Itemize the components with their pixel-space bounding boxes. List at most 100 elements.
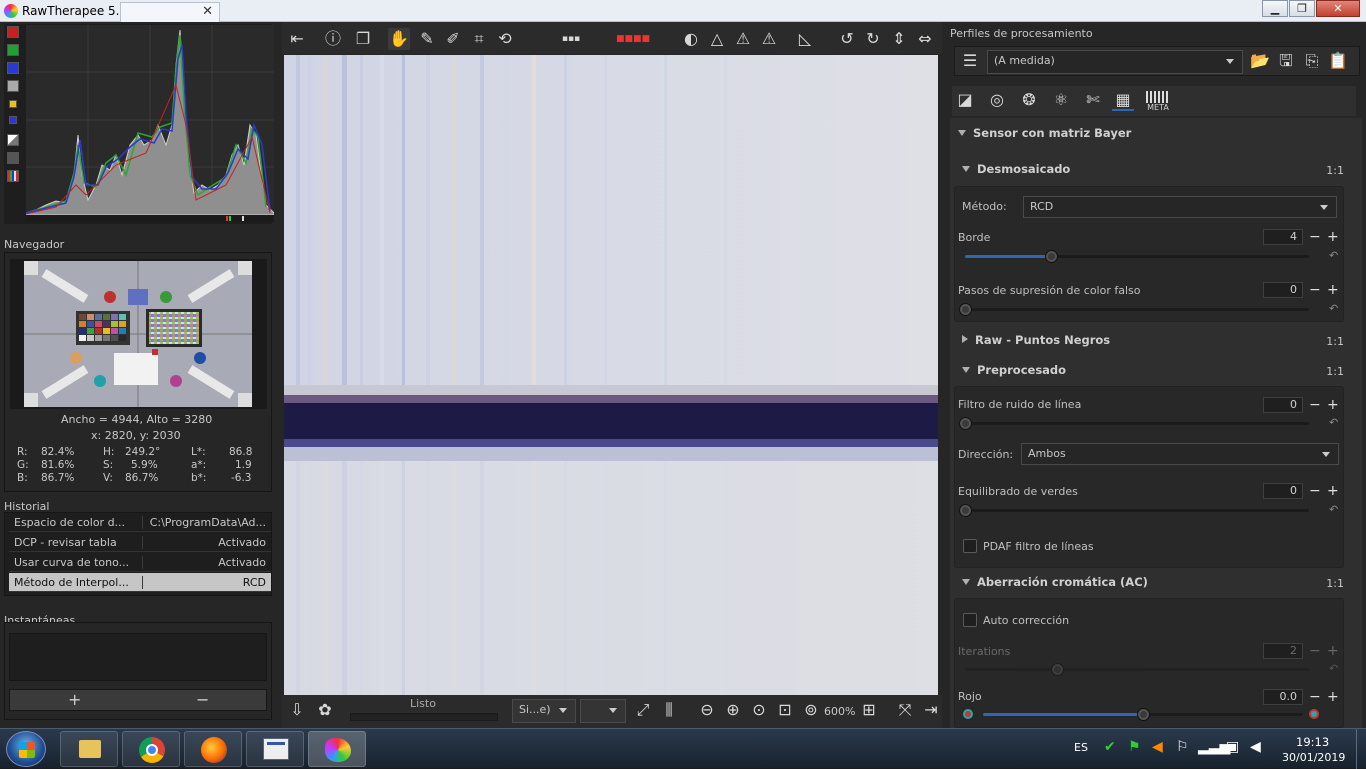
fcs-value[interactable]: 0 [1263, 282, 1303, 298]
focus-icon[interactable]: ⤢ [632, 699, 654, 721]
pdaf-checkbox[interactable] [963, 539, 977, 553]
green-eq-value[interactable]: 0 [1263, 483, 1303, 499]
channel-toggle-icons[interactable]: ■■■■ [616, 28, 650, 50]
white-balance-picker-icon[interactable]: ✎ [416, 28, 438, 50]
firefox-taskbar-button[interactable] [184, 731, 242, 767]
ca-header[interactable]: Aberración cromática (AC) [962, 575, 1148, 589]
sync-icon[interactable]: ✔ [1104, 739, 1116, 755]
preprocess-header[interactable]: Preprocesado [962, 363, 1066, 377]
line-noise-value[interactable]: 0 [1263, 397, 1303, 413]
slider-knob[interactable] [1137, 708, 1150, 721]
demosaic-header[interactable]: Desmosaicado [962, 162, 1070, 176]
raw-toggle[interactable] [9, 116, 17, 124]
green-channel-toggle[interactable] [7, 44, 19, 56]
security-icon[interactable]: ⚑ [1128, 739, 1141, 755]
demosaic-method-select[interactable]: RCD [1023, 196, 1337, 218]
warning-highlight-icon[interactable]: ⚠ [758, 28, 780, 50]
direction-select[interactable]: Ambos [1021, 443, 1339, 465]
fcs-slider[interactable] [959, 303, 1309, 316]
raw-tab-icon[interactable]: ▦ [1112, 89, 1134, 111]
editor-tab[interactable]: ✕ [120, 2, 220, 22]
color-picker-icon[interactable]: ✐ [442, 28, 464, 50]
red-increase-button[interactable]: + [1327, 690, 1339, 704]
navigator-thumbnail[interactable] [10, 259, 267, 409]
volume-icon[interactable]: ◀ [1250, 739, 1261, 755]
slider-knob[interactable] [959, 504, 972, 517]
black-points-header[interactable]: Raw - Puntos Negros [962, 333, 1110, 347]
green-eq-increase-button[interactable]: + [1327, 484, 1339, 498]
slider-knob[interactable] [959, 303, 972, 316]
maximize-button[interactable]: ❐ [1289, 0, 1315, 17]
document-taskbar-button[interactable] [246, 731, 304, 767]
image-preview[interactable] [284, 55, 938, 695]
focus-mask-icon[interactable]: ◐ [680, 28, 702, 50]
color-tab-icon[interactable]: ❂ [1018, 89, 1040, 111]
line-noise-decrease-button[interactable]: − [1309, 398, 1321, 412]
reset-icon[interactable]: ↶ [1329, 503, 1338, 516]
history-row[interactable]: Usar curva de tono... Activado [9, 553, 271, 572]
fcs-increase-button[interactable]: + [1327, 283, 1339, 297]
border-increase-button[interactable]: + [1327, 230, 1339, 244]
history-row-selected[interactable]: Método de Interpol... RCD [9, 573, 271, 592]
metadata-tab[interactable]: META [1146, 91, 1170, 113]
language-indicator[interactable]: ES [1074, 741, 1088, 754]
chroma-toggle[interactable] [9, 100, 17, 108]
action-center-icon[interactable]: ⚐ [1176, 739, 1189, 755]
luminance-toggle[interactable] [7, 80, 19, 92]
hide-right-panel-icon[interactable]: ⇥ [920, 699, 942, 721]
paste-profile-icon[interactable]: 📋 [1327, 50, 1349, 72]
mode-toggle[interactable] [7, 152, 19, 164]
zoom-100-icon[interactable]: ⊚ [800, 699, 822, 721]
red-slider[interactable] [983, 708, 1303, 721]
new-window-icon[interactable]: ⊞ [858, 699, 880, 721]
clock-time[interactable]: 19:13 [1296, 735, 1329, 749]
hide-left-panel-icon[interactable]: ⇤ [286, 28, 308, 50]
green-eq-decrease-button[interactable]: − [1309, 484, 1321, 498]
info-icon[interactable]: ⓘ [322, 28, 344, 50]
speaker-muted-icon[interactable]: ◀ [1152, 739, 1163, 755]
red-channel-toggle[interactable] [7, 26, 19, 38]
zoom-out-icon[interactable]: ⊖ [696, 699, 718, 721]
reset-icon[interactable]: ↶ [1329, 302, 1338, 315]
slider-knob[interactable] [1045, 250, 1058, 263]
details-tab-icon[interactable]: ◎ [986, 89, 1008, 111]
hand-tool-icon[interactable]: ✋ [388, 28, 410, 50]
before-after-icon[interactable]: ❐ [352, 28, 374, 50]
bayer-sensor-header[interactable]: Sensor con matriz Bayer [958, 126, 1131, 140]
remove-snapshot-button[interactable]: − [196, 691, 209, 709]
line-noise-slider[interactable] [959, 417, 1309, 430]
exposure-tab-icon[interactable]: ◪ [954, 89, 976, 111]
save-image-icon[interactable]: ⇩ [286, 699, 308, 721]
close-button[interactable]: ✕ [1316, 0, 1360, 17]
border-decrease-button[interactable]: − [1309, 230, 1321, 244]
rgb-bar-toggle[interactable] [7, 170, 19, 182]
save-profile-icon[interactable]: 🖫 [1275, 50, 1297, 72]
close-tab-icon[interactable]: ✕ [202, 4, 213, 19]
chrome-taskbar-button[interactable] [122, 731, 180, 767]
line-noise-increase-button[interactable]: + [1327, 398, 1339, 412]
red-decrease-button[interactable]: − [1309, 690, 1321, 704]
reset-icon[interactable]: ↶ [1329, 249, 1338, 262]
zoom-fit-icon[interactable]: ⊙ [748, 699, 770, 721]
rotate-right-icon[interactable]: ↻ [862, 28, 884, 50]
fcs-decrease-button[interactable]: − [1309, 283, 1321, 297]
transform-tab-icon[interactable]: ✄ [1082, 89, 1104, 111]
bar-toggle[interactable] [7, 134, 19, 146]
history-row[interactable]: Espacio de color d... C:\ProgramData\Ad..… [9, 513, 271, 532]
perspective-icon[interactable]: ◺ [794, 28, 816, 50]
flip-vertical-icon[interactable]: ⇕ [888, 28, 910, 50]
advanced-tab-icon[interactable]: ⚛ [1050, 89, 1072, 111]
rawtherapee-taskbar-button[interactable] [308, 731, 366, 767]
preview-channels-icon[interactable]: ▪▪▪ [560, 28, 582, 50]
auto-correction-checkbox[interactable] [963, 613, 977, 627]
red-value[interactable]: 0.0 [1263, 689, 1303, 705]
green-eq-slider[interactable] [959, 504, 1309, 517]
start-button[interactable] [6, 731, 46, 767]
background-color-select[interactable]: Si...e) [512, 699, 576, 723]
clip-highlight-icon[interactable]: △ [706, 28, 728, 50]
split-view-icon[interactable]: ⫼ [658, 699, 680, 721]
queue-icon[interactable]: ✿ [314, 699, 336, 721]
copy-profile-icon[interactable]: ⎘ [1301, 50, 1323, 72]
explorer-taskbar-button[interactable] [60, 731, 118, 767]
zoom-crop-icon[interactable]: ⊡ [774, 699, 796, 721]
